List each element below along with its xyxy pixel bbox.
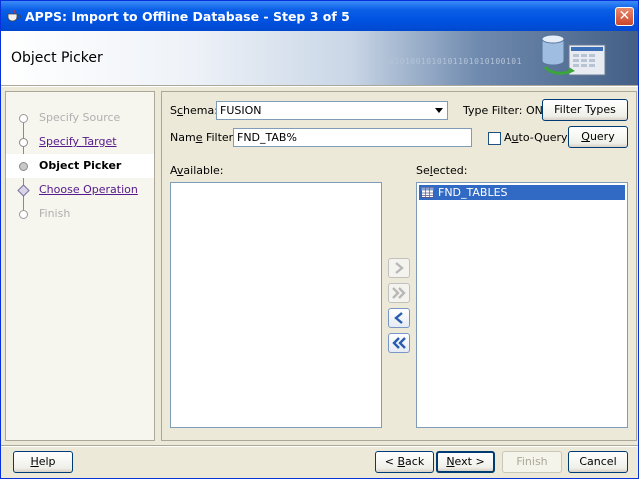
object-picker-panel: Schema: FUSION Type Filter: ON Filter Ty… <box>161 91 637 441</box>
cancel-button[interactable]: Cancel <box>568 451 628 473</box>
step-disabled-icon <box>19 114 28 123</box>
list-item[interactable]: FND_TABLES <box>419 185 625 200</box>
step-current-icon <box>19 162 28 171</box>
finish-button[interactable]: Finish <box>502 451 562 473</box>
nav-step-choose-operation[interactable]: Choose Operation <box>6 178 154 202</box>
back-button[interactable]: < Back <box>375 451 434 473</box>
name-filter-input[interactable] <box>234 129 471 146</box>
step-pending-icon <box>17 184 30 197</box>
available-label: Available: <box>170 164 224 177</box>
nav-step-finish: Finish <box>6 202 154 226</box>
nav-step-label: Specify Source <box>39 111 121 124</box>
footer-separator <box>1 445 638 447</box>
move-right-button[interactable] <box>388 258 410 278</box>
nav-step-specify-source: Specify Source <box>6 106 154 130</box>
list-item-label: FND_TABLES <box>438 186 508 199</box>
name-filter-label: Name Filter: <box>170 131 237 144</box>
nav-step-object-picker: Object Picker <box>6 154 154 178</box>
auto-query-checkbox[interactable] <box>488 132 501 145</box>
available-list[interactable] <box>170 182 382 428</box>
dropdown-arrow-icon[interactable] <box>435 108 443 113</box>
help-button[interactable]: Help <box>13 451 73 473</box>
step-visited-icon <box>19 138 28 147</box>
database-import-graphic-icon <box>541 34 606 76</box>
schema-dropdown-value: FUSION <box>220 104 262 117</box>
move-left-button[interactable] <box>388 308 410 328</box>
name-filter-field[interactable] <box>233 128 472 147</box>
auto-query-label[interactable]: Auto-Query <box>504 131 568 144</box>
header-separator <box>1 85 638 87</box>
query-button[interactable]: Query <box>568 126 628 148</box>
selected-label: Selected: <box>416 164 468 177</box>
header-binary-decoration: 0101001010101101010100101 <box>389 57 522 66</box>
close-icon: ✕ <box>618 8 631 24</box>
schema-label: Schema: <box>170 104 218 117</box>
double-chevron-left-icon <box>392 337 406 349</box>
filter-types-button[interactable]: Filter Types <box>542 99 628 121</box>
oracle-cup-icon <box>7 9 21 22</box>
nav-step-label[interactable]: Choose Operation <box>39 183 138 196</box>
nav-step-label: Finish <box>39 207 71 220</box>
double-chevron-right-icon <box>392 287 406 299</box>
nav-step-label[interactable]: Specify Target <box>39 135 117 148</box>
move-all-right-button[interactable] <box>388 283 410 303</box>
close-button[interactable]: ✕ <box>615 7 634 26</box>
window-title: APPS: Import to Offline Database - Step … <box>25 9 350 24</box>
wizard-steps-nav: Specify Source Specify Target Object Pic… <box>5 91 155 441</box>
type-filter-status: Type Filter: ON <box>463 104 543 117</box>
nav-step-specify-target[interactable]: Specify Target <box>6 130 154 154</box>
next-button[interactable]: Next > <box>436 451 495 473</box>
chevron-right-icon <box>395 262 404 274</box>
nav-step-label: Object Picker <box>39 159 122 172</box>
wizard-header: 0101001010101101010100101 Object Picker <box>1 31 638 85</box>
move-all-left-button[interactable] <box>388 333 410 353</box>
title-bar[interactable]: APPS: Import to Offline Database - Step … <box>1 1 638 31</box>
page-title: Object Picker <box>11 50 103 66</box>
step-disabled-icon <box>19 210 28 219</box>
schema-dropdown[interactable]: FUSION <box>216 101 448 120</box>
table-icon <box>421 187 434 198</box>
chevron-left-icon <box>394 312 403 324</box>
wizard-window: APPS: Import to Offline Database - Step … <box>0 0 639 479</box>
selected-list[interactable]: FND_TABLES <box>416 182 628 428</box>
